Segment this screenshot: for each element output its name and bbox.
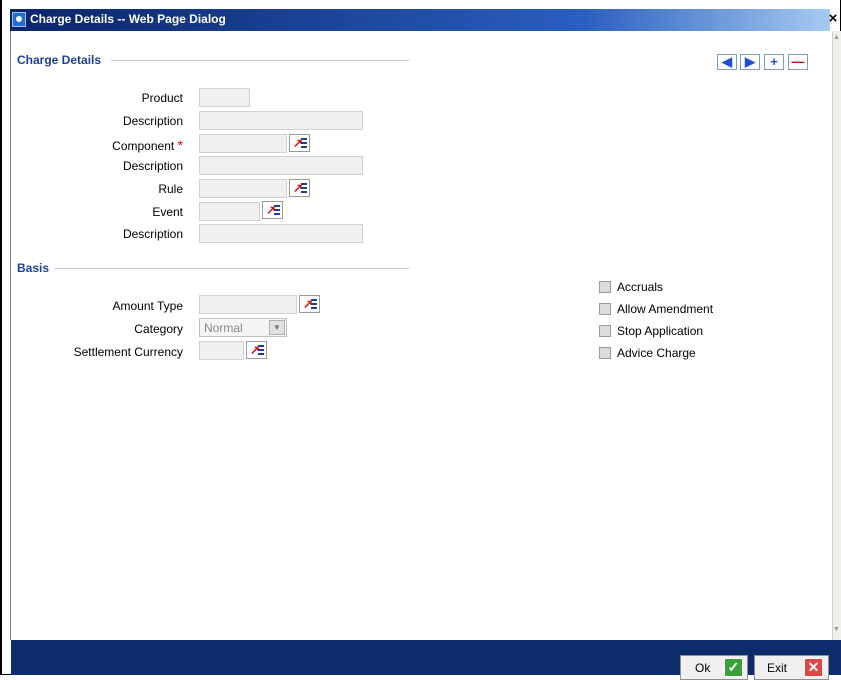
- chevron-down-icon[interactable]: ▼: [269, 320, 285, 335]
- advice-charge-checkbox[interactable]: [599, 347, 611, 359]
- lov-list-icon: [311, 299, 317, 310]
- lov-list-icon: [301, 138, 307, 149]
- previous-record-button[interactable]: ◀: [717, 54, 737, 70]
- event-field[interactable]: [199, 202, 260, 221]
- settlement-currency-lov-button[interactable]: ↗: [246, 341, 267, 359]
- exit-button-label: Exit: [767, 661, 788, 675]
- event-label: Event: [152, 205, 183, 219]
- close-x-icon: ✕: [804, 658, 823, 677]
- rule-field[interactable]: [199, 179, 287, 198]
- rule-label: Rule: [158, 182, 183, 196]
- event-lov-button[interactable]: ↗: [262, 201, 283, 219]
- allow-amendment-checkbox[interactable]: [599, 303, 611, 315]
- product-description-label: Description: [122, 114, 183, 128]
- checkmark-icon: ✓: [724, 658, 743, 677]
- scroll-down-arrow-icon[interactable]: ▼: [832, 625, 841, 635]
- amount-type-label: Amount Type: [112, 299, 184, 313]
- required-marker: *: [177, 137, 183, 153]
- amount-type-field[interactable]: [199, 295, 297, 314]
- title-bar: Charge Details -- Web Page Dialog: [10, 9, 830, 31]
- stop-application-label: Stop Application: [617, 324, 704, 338]
- basis-section-title: Basis: [17, 261, 50, 275]
- product-description-field[interactable]: [199, 111, 363, 130]
- charge-details-section-title: Charge Details: [17, 53, 102, 67]
- ok-button[interactable]: Ok ✓: [680, 655, 748, 680]
- accruals-label: Accruals: [617, 280, 664, 294]
- product-field[interactable]: [199, 88, 250, 107]
- delete-record-button[interactable]: —: [788, 54, 808, 70]
- settlement-currency-field[interactable]: [199, 341, 244, 360]
- ok-button-label: Ok: [695, 661, 711, 675]
- category-selected-value: Normal: [204, 321, 243, 335]
- lov-list-icon: [274, 205, 280, 216]
- component-lov-button[interactable]: ↗: [289, 134, 310, 152]
- rule-lov-button[interactable]: ↗: [289, 179, 310, 197]
- product-label: Product: [141, 91, 183, 105]
- component-label: Component *: [23, 137, 183, 153]
- exit-button[interactable]: Exit ✕: [754, 655, 829, 680]
- vertical-scrollbar[interactable]: [832, 31, 841, 640]
- category-select[interactable]: Normal ▼: [199, 318, 287, 337]
- advice-charge-label: Advice Charge: [617, 346, 696, 360]
- lov-list-icon: [258, 345, 264, 356]
- browser-icon: [12, 12, 26, 27]
- component-label-text: Component: [112, 139, 175, 153]
- next-record-button[interactable]: ▶: [740, 54, 760, 70]
- component-description-field[interactable]: [199, 156, 363, 175]
- window-title: Charge Details -- Web Page Dialog: [30, 12, 226, 26]
- basis-divider: [55, 268, 409, 269]
- scroll-up-arrow-icon[interactable]: ▲: [832, 33, 841, 43]
- event-description-field[interactable]: [199, 224, 363, 243]
- component-description-label: Description: [122, 159, 183, 173]
- event-description-label: Description: [122, 227, 183, 241]
- lov-list-icon: [301, 183, 307, 194]
- close-icon[interactable]: ×: [826, 11, 840, 27]
- component-field[interactable]: [199, 134, 287, 153]
- stop-application-checkbox[interactable]: [599, 325, 611, 337]
- amount-type-lov-button[interactable]: ↗: [299, 295, 320, 313]
- allow-amendment-label: Allow Amendment: [617, 302, 714, 316]
- window-left-border: [10, 31, 11, 640]
- category-label: Category: [134, 322, 183, 336]
- accruals-checkbox[interactable]: [599, 281, 611, 293]
- charge-details-divider: [111, 60, 409, 61]
- add-record-button[interactable]: +: [764, 54, 784, 70]
- settlement-currency-label: Settlement Currency: [73, 345, 183, 359]
